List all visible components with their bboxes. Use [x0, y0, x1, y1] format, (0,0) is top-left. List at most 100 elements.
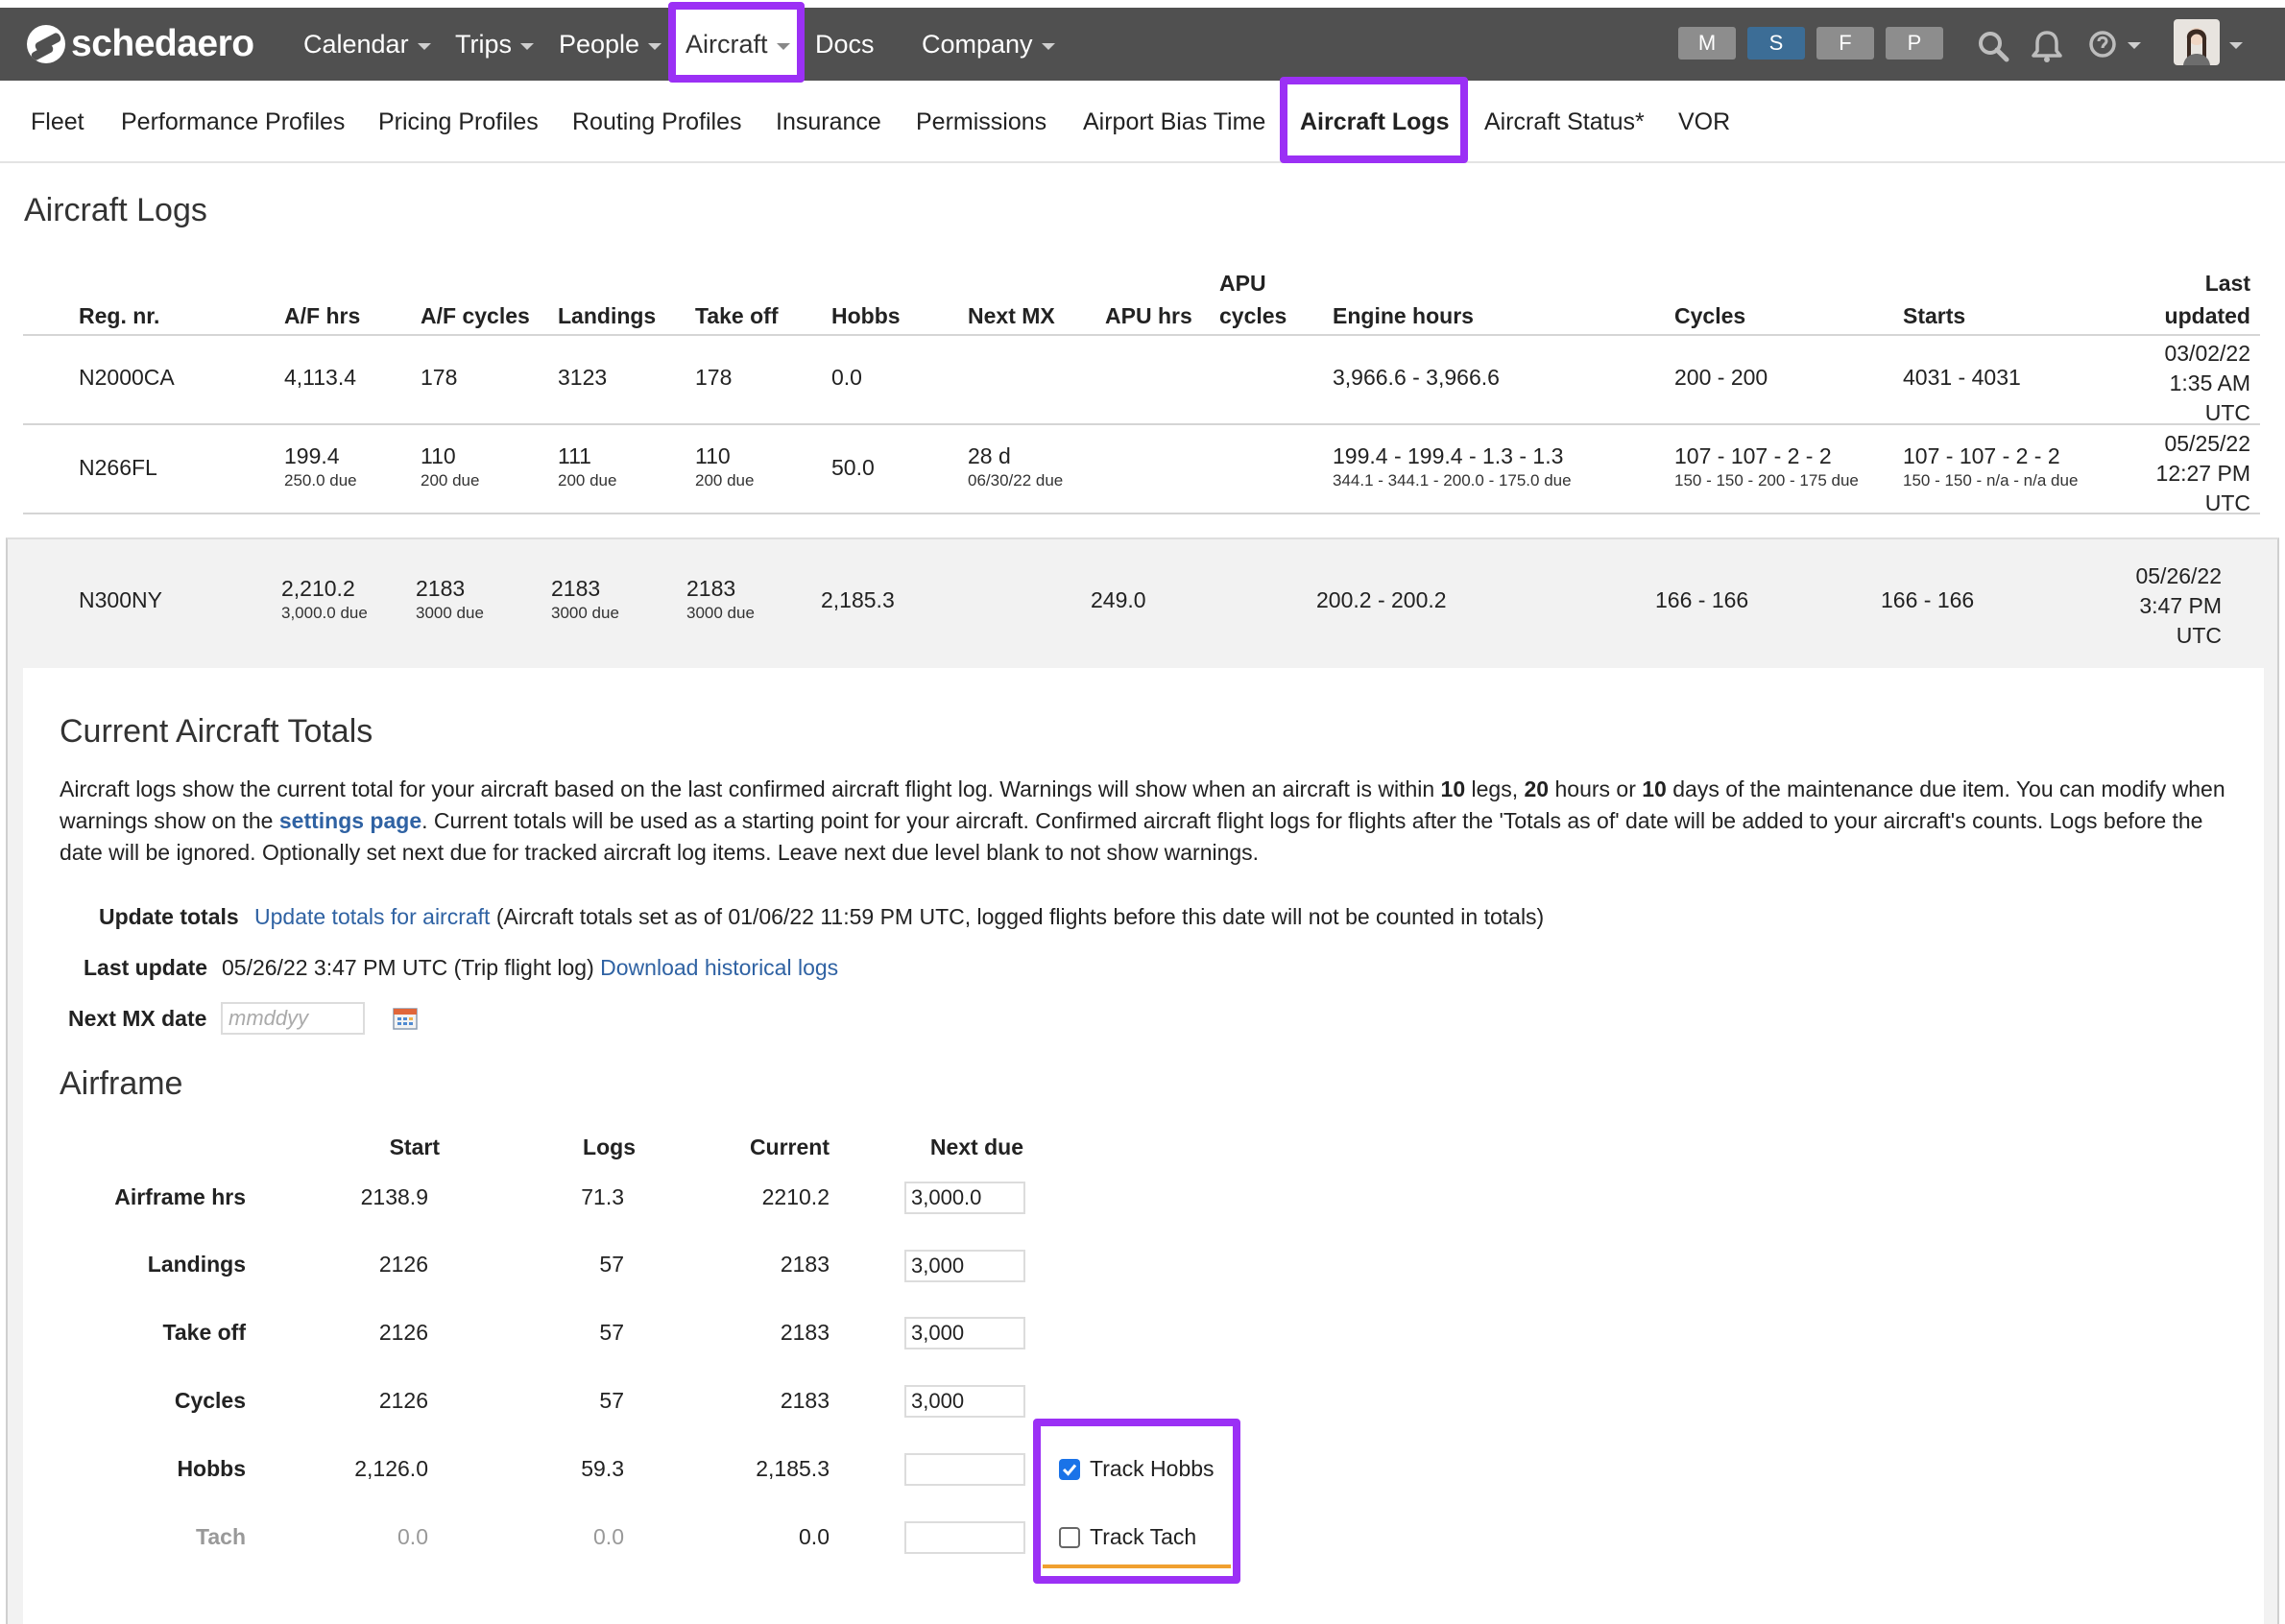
- col-landings: Landings: [558, 303, 657, 328]
- next-mx-date-input[interactable]: [221, 1002, 365, 1035]
- role-button-f[interactable]: F: [1816, 27, 1874, 60]
- chevron-down-icon: [520, 42, 534, 50]
- subnav-airport-bias-time[interactable]: Airport Bias Time: [1083, 81, 1265, 163]
- cell-landings: 111 200 due: [558, 442, 616, 491]
- schedaero-logo[interactable]: schedaero: [27, 23, 254, 65]
- row-logs: 59.3: [581, 1456, 624, 1481]
- chevron-down-icon[interactable]: [2229, 42, 2243, 49]
- row-current: 2183: [780, 1388, 830, 1413]
- due-value: 150 - 150 - n/a - n/a due: [1903, 471, 2079, 490]
- user-avatar[interactable]: [2174, 19, 2220, 65]
- desc-text: legs,: [1465, 776, 1525, 801]
- nav-label: Company: [922, 29, 1033, 59]
- bell-icon[interactable]: [2030, 29, 2064, 63]
- nav-label: Calendar: [303, 29, 409, 59]
- row-start: 2126: [378, 1320, 428, 1345]
- totals-description: Aircraft logs show the current total for…: [60, 774, 2239, 869]
- row-start: 2126: [378, 1252, 428, 1277]
- row-logs: 57: [599, 1252, 624, 1277]
- role-button-s[interactable]: S: [1747, 27, 1805, 60]
- col-last-updated-line2: updated: [2164, 303, 2250, 328]
- legs-threshold: 10: [1440, 776, 1466, 801]
- due-value: 150 - 150 - 200 - 175 due: [1674, 471, 1859, 490]
- subnav-insurance[interactable]: Insurance: [776, 81, 881, 163]
- role-button-m[interactable]: M: [1678, 27, 1736, 60]
- cell-af-cycles: 2183 3000 due: [416, 574, 484, 624]
- nav-label: Docs: [815, 29, 875, 59]
- updated-time: 12:27 PM: [2155, 461, 2250, 486]
- table-divider: [23, 334, 2260, 336]
- subnav-routing-profiles[interactable]: Routing Profiles: [572, 81, 741, 163]
- row-logs: 0.0: [593, 1524, 624, 1549]
- col-cycles: Cycles: [1674, 303, 1746, 328]
- updated-date: 03/02/22: [2164, 341, 2250, 366]
- col-last-updated-line1: Last: [2204, 271, 2250, 296]
- subnav-pricing-profiles[interactable]: Pricing Profiles: [378, 81, 539, 163]
- role-button-p[interactable]: P: [1886, 27, 1943, 60]
- cell-apu-hrs: 249.0: [1091, 587, 1146, 612]
- chevron-down-icon: [417, 42, 431, 50]
- value: 110: [421, 443, 456, 468]
- cell-take-off: 178: [695, 365, 733, 390]
- chevron-down-icon[interactable]: [2128, 42, 2141, 49]
- cell-landings: 3123: [558, 365, 608, 390]
- row-start: 2138.9: [360, 1184, 428, 1209]
- nav-people[interactable]: People: [559, 8, 662, 81]
- next-due-input[interactable]: [904, 1385, 1025, 1418]
- cell-next-mx: 28 d 06/30/22 due: [968, 442, 1063, 491]
- due-value: 200 due: [558, 471, 617, 490]
- row-current: 2183: [780, 1252, 830, 1277]
- subnav-permissions[interactable]: Permissions: [916, 81, 1046, 163]
- col-apu-cycles-line1: APU: [1219, 271, 1266, 296]
- aircraft-sub-navigation: Fleet Performance Profiles Pricing Profi…: [0, 81, 2285, 163]
- value: 107 - 107 - 2 - 2: [1674, 443, 1832, 468]
- nav-label: Trips: [455, 29, 512, 59]
- due-value: 3000 due: [416, 604, 484, 622]
- next-due-input[interactable]: [904, 1250, 1025, 1282]
- cell-hobbs: 0.0: [831, 365, 862, 390]
- cell-starts: 166 - 166: [1881, 587, 1975, 612]
- next-mx-date-label: Next MX date: [68, 1006, 207, 1031]
- updated-date: 05/26/22: [2135, 563, 2222, 588]
- help-icon[interactable]: [2087, 29, 2122, 63]
- col-af-hrs: A/F hrs: [284, 303, 361, 328]
- col-next-due: Next due: [929, 1134, 1023, 1159]
- next-due-input[interactable]: [904, 1182, 1025, 1214]
- row-label: Airframe hrs: [114, 1184, 246, 1209]
- desc-text: hours or: [1549, 776, 1643, 801]
- update-totals-link[interactable]: Update totals for aircraft: [254, 904, 490, 929]
- cell-af-cycles: 178: [421, 365, 458, 390]
- update-totals-value: Update totals for aircraft (Aircraft tot…: [254, 904, 1544, 930]
- subnav-vor[interactable]: VOR: [1678, 81, 1730, 163]
- value: 110: [695, 443, 731, 468]
- nav-docs[interactable]: Docs: [815, 8, 875, 81]
- nav-trips[interactable]: Trips: [455, 8, 534, 81]
- row-label: Tach: [196, 1524, 246, 1549]
- due-value: 3,000.0 due: [281, 604, 368, 622]
- cell-cycles: 166 - 166: [1655, 587, 1749, 612]
- updated-time: 1:35 AM: [2169, 370, 2250, 395]
- table-divider: [23, 513, 2260, 514]
- calendar-icon[interactable]: [393, 1007, 418, 1030]
- cell-af-hrs: 199.4 250.0 due: [284, 442, 357, 491]
- due-value: 200 due: [695, 471, 755, 490]
- cell-take-off: 2183 3000 due: [686, 574, 755, 624]
- next-due-input[interactable]: [904, 1317, 1025, 1349]
- col-current: Current: [749, 1134, 830, 1159]
- cell-hobbs: 50.0: [831, 455, 875, 480]
- subnav-performance-profiles[interactable]: Performance Profiles: [121, 81, 345, 163]
- nav-calendar[interactable]: Calendar: [303, 8, 431, 81]
- col-engine-hours: Engine hours: [1333, 303, 1474, 328]
- col-logs: Logs: [583, 1134, 636, 1159]
- subnav-aircraft-status[interactable]: Aircraft Status*: [1484, 81, 1645, 163]
- next-due-input[interactable]: [904, 1453, 1025, 1486]
- subnav-fleet[interactable]: Fleet: [31, 81, 84, 163]
- cell-engine-hours: 200.2 - 200.2: [1316, 587, 1447, 612]
- due-value: 200 due: [421, 471, 480, 490]
- download-historical-logs-link[interactable]: Download historical logs: [600, 955, 838, 980]
- search-icon[interactable]: [1976, 29, 2010, 63]
- settings-page-link[interactable]: settings page: [279, 808, 421, 833]
- col-start: Start: [389, 1134, 440, 1159]
- nav-company[interactable]: Company: [922, 8, 1055, 81]
- next-due-input[interactable]: [904, 1521, 1025, 1554]
